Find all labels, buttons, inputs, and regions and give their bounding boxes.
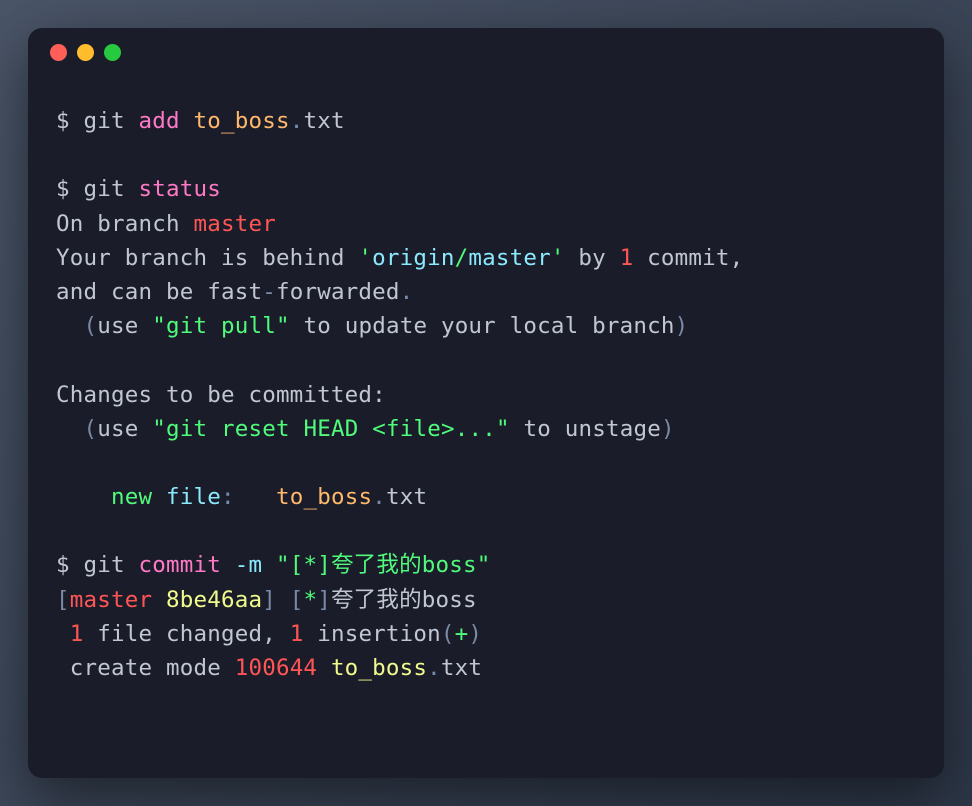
- hint-update: to update your local branch: [290, 313, 675, 339]
- hint-git: git: [166, 416, 207, 442]
- file-keyword: file: [152, 484, 221, 510]
- hint-reset: reset: [207, 416, 303, 442]
- prompt: $: [56, 176, 84, 202]
- hint-unstage: to unstage: [510, 416, 661, 442]
- indent: [56, 484, 111, 510]
- terminal-window: $ git add to_boss.txt $ git status On br…: [28, 28, 944, 778]
- file-placeholder: file: [386, 416, 441, 442]
- ext: txt: [303, 108, 344, 134]
- hint-git: git: [166, 313, 207, 339]
- bracket-open: [: [56, 587, 70, 613]
- gt: >: [441, 416, 455, 442]
- spaces: [235, 484, 276, 510]
- quote: ": [276, 552, 290, 578]
- cmd-git: git: [84, 108, 125, 134]
- dot: .: [427, 655, 441, 681]
- terminal-output[interactable]: $ git add to_boss.txt $ git status On br…: [28, 76, 944, 778]
- cmd-git: git: [84, 552, 125, 578]
- status-use: use: [97, 416, 152, 442]
- quote: ": [152, 313, 166, 339]
- close-icon[interactable]: [50, 44, 67, 61]
- colon: :: [221, 484, 235, 510]
- commit-hash: 8be46aa: [166, 587, 262, 613]
- msg-bracket-open: [: [290, 552, 304, 578]
- prompt: $: [56, 552, 84, 578]
- space: [276, 587, 290, 613]
- lead: [56, 621, 70, 647]
- commit-msg: 夸了我的boss: [331, 587, 477, 613]
- remote-master: master: [468, 245, 550, 271]
- status-commit-tail: commit,: [633, 245, 757, 271]
- quote: ': [551, 245, 565, 271]
- msg-star: *: [303, 552, 317, 578]
- msg-bracket-close: ]: [317, 587, 331, 613]
- paren-open: (: [441, 621, 455, 647]
- dot: .: [290, 108, 304, 134]
- files-changed-count: 1: [70, 621, 84, 647]
- indent: [56, 313, 84, 339]
- files-changed: file changed,: [84, 621, 290, 647]
- hint-head: HEAD: [303, 416, 358, 442]
- file-mode: 100644: [235, 655, 317, 681]
- paren-close: ): [661, 416, 675, 442]
- staged-file: to_boss: [276, 484, 372, 510]
- insertion-text: insertion: [303, 621, 440, 647]
- zoom-icon[interactable]: [104, 44, 121, 61]
- status-branch-name: master: [193, 211, 275, 237]
- period: .: [400, 279, 414, 305]
- plus-icon: +: [455, 621, 469, 647]
- cmd-status: status: [139, 176, 221, 202]
- cmd-add: add: [139, 108, 180, 134]
- paren-open: (: [84, 313, 98, 339]
- msg-text: 夸了我的boss: [331, 552, 477, 578]
- create-mode: create mode: [56, 655, 235, 681]
- commit-branch: master: [70, 587, 152, 613]
- lt: <: [358, 416, 386, 442]
- paren-close: ): [468, 621, 482, 647]
- dot: .: [372, 484, 386, 510]
- quote: ': [358, 245, 372, 271]
- status-use: use: [97, 313, 152, 339]
- bracket-close: ]: [262, 587, 276, 613]
- quote: ": [276, 313, 290, 339]
- indent: [56, 416, 84, 442]
- cmd-commit: commit: [139, 552, 221, 578]
- paren-close: ): [675, 313, 689, 339]
- minimize-icon[interactable]: [77, 44, 94, 61]
- status-behind-text: Your branch is behind: [56, 245, 358, 271]
- window-titlebar: [28, 28, 944, 76]
- status-changes-header: Changes to be committed:: [56, 382, 386, 408]
- space: [152, 587, 166, 613]
- msg-star: *: [303, 587, 317, 613]
- quote: ": [152, 416, 166, 442]
- msg-bracket-open: [: [290, 587, 304, 613]
- insertions-count: 1: [290, 621, 304, 647]
- arg-file: to_boss: [194, 108, 290, 134]
- staged-ext: txt: [386, 484, 427, 510]
- status-on-branch: On branch: [56, 211, 193, 237]
- remote-origin: origin: [372, 245, 454, 271]
- dots: ...: [455, 416, 496, 442]
- msg-bracket-close: ]: [317, 552, 331, 578]
- dash: -: [262, 279, 276, 305]
- status-by: by: [565, 245, 620, 271]
- flag-m: -m: [221, 552, 276, 578]
- quote: ": [496, 416, 510, 442]
- quote: ": [477, 552, 491, 578]
- status-ff-2: forwarded: [276, 279, 400, 305]
- status-count: 1: [620, 245, 634, 271]
- new-keyword: new: [111, 484, 152, 510]
- space: [317, 655, 331, 681]
- slash: /: [455, 245, 469, 271]
- status-ff-1: and can be fast: [56, 279, 262, 305]
- cmd-git: git: [84, 176, 125, 202]
- prompt: $: [56, 108, 84, 134]
- paren-open: (: [84, 416, 98, 442]
- hint-pull: pull: [207, 313, 276, 339]
- created-ext: txt: [441, 655, 482, 681]
- created-file: to_boss: [331, 655, 427, 681]
